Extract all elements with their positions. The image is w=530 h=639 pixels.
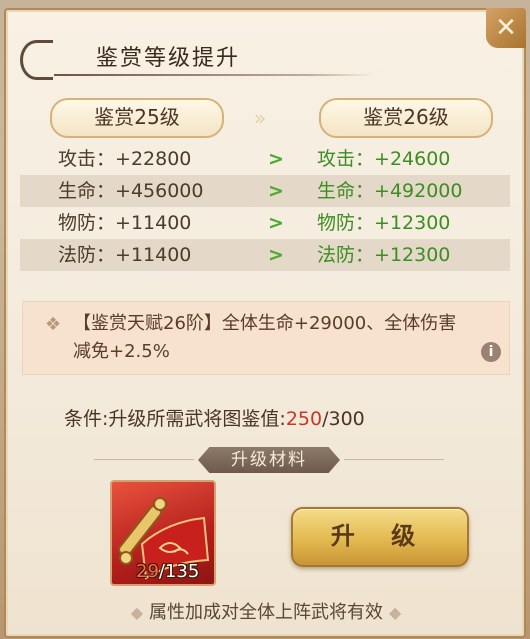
divider	[344, 459, 444, 460]
close-icon: ✕	[495, 13, 517, 43]
bullet-icon: ◆	[130, 603, 143, 622]
materials-label: 升级材料	[198, 447, 340, 473]
next-level-tag: 鉴赏26级	[319, 98, 493, 138]
stat-row-physical-defense: 物防：+11400 > 物防：+12300	[20, 207, 510, 239]
chevron-right-icon: >	[268, 180, 284, 202]
close-button[interactable]: ✕	[486, 8, 526, 48]
stat-next: 法防：+12300	[317, 244, 451, 266]
talent-box: ❖ 【鉴赏天赋26阶】全体生命+29000、全体伤害减免+2.5% i	[22, 301, 510, 375]
item-count: 29/135	[136, 561, 200, 582]
upgrade-panel: ✕ 鉴赏等级提升 鉴赏25级 » 鉴赏26级 攻击：+22800 > 攻击：+2…	[4, 8, 526, 638]
stat-current: 法防：+11400	[58, 244, 192, 266]
upgrade-button[interactable]: 升 级	[291, 507, 469, 567]
stat-current: 物防：+11400	[58, 212, 192, 234]
page-title: 鉴赏等级提升	[96, 46, 241, 71]
title-divider	[54, 74, 374, 76]
stat-row-hp: 生命：+456000 > 生命：+492000	[20, 175, 510, 207]
chevron-right-icon: >	[268, 212, 284, 234]
materials-header: 升级材料	[94, 447, 444, 473]
footnote: ◆ 属性加成对全体上阵武将有效 ◆	[130, 602, 402, 623]
stat-row-attack: 攻击：+22800 > 攻击：+24600	[20, 143, 510, 175]
talent-description: 【鉴赏天赋26阶】全体生命+29000、全体伤害减免+2.5%	[73, 313, 457, 362]
stat-next: 物防：+12300	[317, 212, 451, 234]
condition-label: 条件:升级所需武将图鉴值:	[64, 408, 286, 430]
current-level-tag: 鉴赏25级	[50, 98, 224, 138]
stat-current: 生命：+456000	[58, 180, 204, 202]
info-icon[interactable]: i	[481, 342, 501, 362]
bullet-icon: ◆	[389, 603, 402, 622]
double-chevron-icon: »	[254, 106, 266, 130]
condition-required: /300	[322, 408, 365, 430]
chevron-right-icon: >	[268, 244, 284, 266]
stat-current: 攻击：+22800	[58, 148, 192, 170]
divider	[94, 459, 194, 460]
stat-next: 生命：+492000	[317, 180, 463, 202]
scroll-ornament-icon	[20, 40, 53, 80]
material-item[interactable]: 29/135	[110, 480, 216, 586]
upgrade-condition: 条件:升级所需武将图鉴值:250/300	[64, 404, 365, 431]
stat-next: 攻击：+24600	[317, 148, 451, 170]
condition-current: 250	[285, 408, 323, 430]
chevron-right-icon: >	[268, 148, 284, 170]
panel-header: 鉴赏等级提升	[20, 32, 380, 80]
diamond-icon: ❖	[45, 314, 62, 335]
stat-row-magic-defense: 法防：+11400 > 法防：+12300	[20, 239, 510, 271]
